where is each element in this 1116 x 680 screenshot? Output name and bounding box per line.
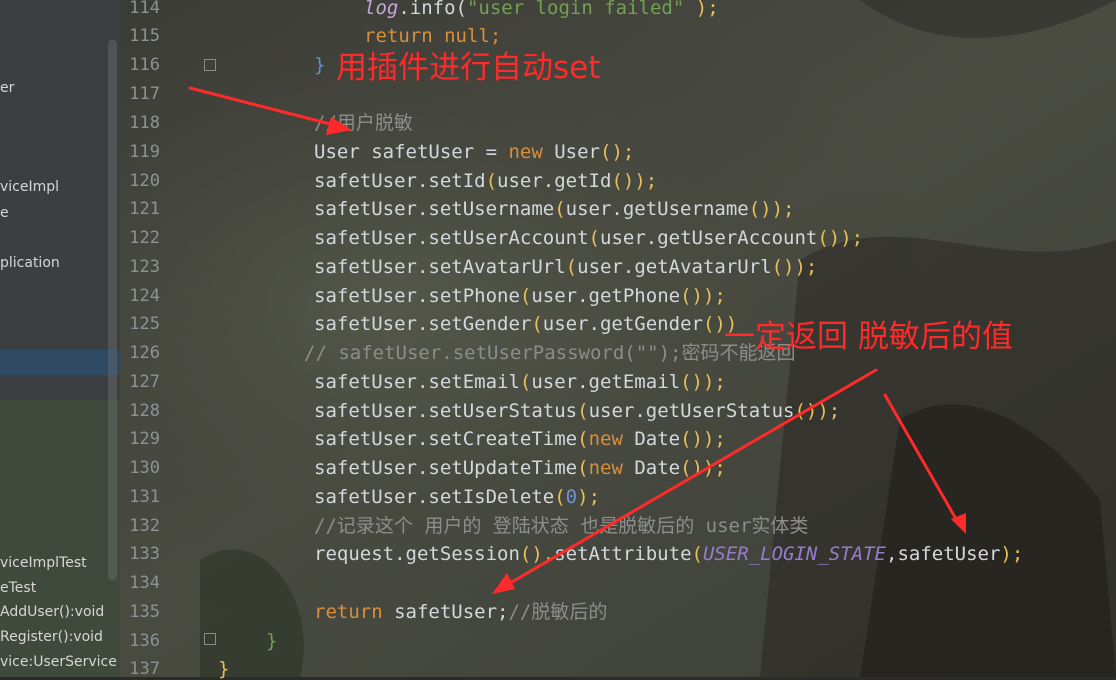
arrow-line	[188, 86, 340, 128]
annotation-top: 用插件进行自动set	[336, 50, 601, 86]
arrowhead-icon	[492, 573, 515, 594]
arrow-line	[883, 393, 962, 528]
annotation-right: 一定返回 脱敏后的值	[724, 319, 1013, 355]
arrowhead-icon	[326, 117, 352, 135]
arrow-line	[503, 368, 878, 588]
